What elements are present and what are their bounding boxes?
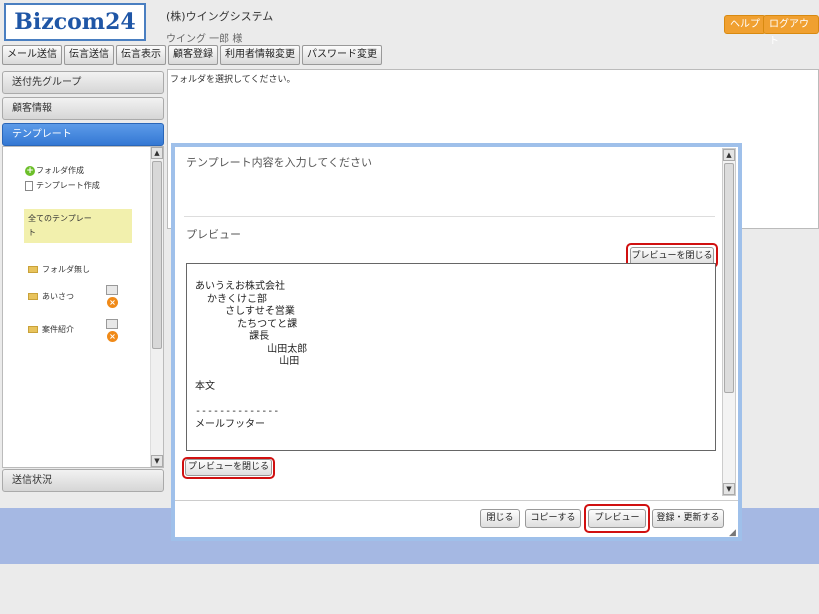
sidebar-scrollbar[interactable]: ▲ ▼ — [150, 147, 163, 467]
select-folder-message: フォルダを選択してください。 — [170, 75, 296, 85]
top-menu: メール送信 伝言送信 伝言表示 顧客登録 利用者情報変更 パスワード変更 — [2, 45, 384, 65]
delete-icon[interactable]: × — [107, 297, 118, 308]
preview-content: あいうえお株式会社 かきくけこ部 さしすせそ営業 たちつてと課 課長 山田太郎 … — [186, 263, 716, 451]
preview-button[interactable]: プレビュー — [588, 509, 646, 528]
resize-grip-icon[interactable]: ◢ — [729, 528, 736, 538]
help-button[interactable]: ヘルプ — [724, 15, 766, 34]
menu-send-message[interactable]: 伝言送信 — [64, 45, 114, 65]
company-name: (株)ウイングシステム — [166, 10, 274, 23]
scroll-thumb[interactable] — [152, 161, 162, 349]
edit-icon[interactable] — [106, 319, 118, 329]
scroll-up-icon[interactable]: ▲ — [723, 149, 735, 161]
logout-button[interactable]: ログアウト — [763, 15, 819, 47]
scroll-up-icon[interactable]: ▲ — [151, 147, 163, 159]
scroll-thumb[interactable] — [724, 163, 734, 393]
save-update-button[interactable]: 登録・更新する — [652, 509, 724, 528]
sidebar-item-templates[interactable]: テンプレート — [2, 123, 164, 146]
menu-send-mail[interactable]: メール送信 — [2, 45, 62, 65]
create-template-link[interactable]: テンプレート作成 — [25, 180, 100, 191]
scroll-down-icon[interactable]: ▼ — [151, 455, 163, 467]
template-tree-panel: + フォルダ作成 テンプレート作成 全てのテンプレー ト フォルダ無し あいさつ … — [2, 146, 164, 468]
folder-greeting[interactable]: あいさつ — [28, 291, 74, 302]
edit-icon[interactable] — [106, 285, 118, 295]
folder-icon — [28, 293, 38, 300]
menu-change-password[interactable]: パスワード変更 — [302, 45, 382, 65]
divider — [175, 500, 738, 501]
menu-user-info[interactable]: 利用者情報変更 — [220, 45, 300, 65]
menu-show-message[interactable]: 伝言表示 — [116, 45, 166, 65]
copy-button[interactable]: コピーする — [525, 509, 581, 528]
folder-icon — [28, 326, 38, 333]
create-folder-link[interactable]: + フォルダ作成 — [25, 165, 84, 176]
document-icon — [25, 180, 33, 191]
folder-project[interactable]: 案件紹介 — [28, 324, 74, 335]
sidebar-item-customers[interactable]: 顧客情報 — [2, 97, 164, 120]
delete-icon[interactable]: × — [107, 331, 118, 342]
folder-none[interactable]: フォルダ無し — [28, 264, 90, 275]
folder-icon — [28, 266, 38, 273]
sidebar-item-groups[interactable]: 送付先グループ — [2, 71, 164, 94]
menu-register-customer[interactable]: 顧客登録 — [168, 45, 218, 65]
close-preview-button-bottom[interactable]: プレビューを閉じる — [185, 459, 272, 476]
sidebar-item-status[interactable]: 送信状況 — [2, 469, 164, 492]
preview-heading: プレビュー — [186, 228, 241, 241]
app-logo: Bizcom24 — [4, 3, 146, 41]
all-templates-item[interactable]: 全てのテンプレー ト — [24, 209, 132, 243]
user-name: ウイング 一郎 様 — [166, 34, 243, 45]
scroll-down-icon[interactable]: ▼ — [723, 483, 735, 495]
dialog-scrollbar[interactable]: ▲ ▼ — [722, 148, 736, 496]
template-content-prompt[interactable]: テンプレート内容を入力してください — [186, 154, 372, 170]
divider — [184, 216, 715, 217]
add-icon: + — [25, 165, 35, 176]
close-button[interactable]: 閉じる — [480, 509, 520, 528]
